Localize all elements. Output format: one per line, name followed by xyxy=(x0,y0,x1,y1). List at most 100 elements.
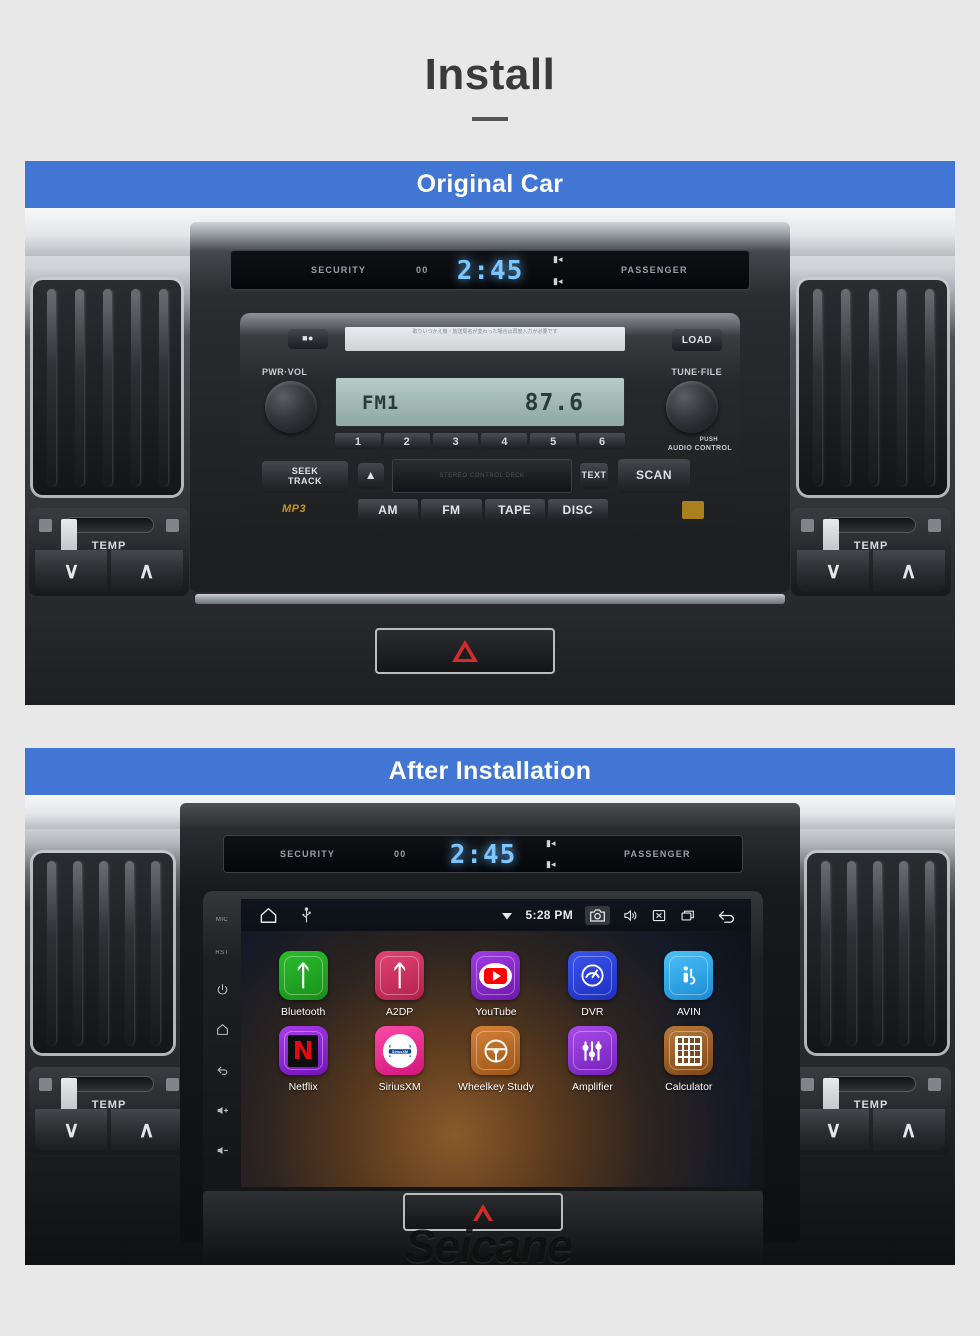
youtube-icon[interactable] xyxy=(471,951,521,1000)
air-vent-left xyxy=(33,853,173,1053)
steering-wheel-icon[interactable] xyxy=(471,1026,521,1075)
passenger-indicator: PASSENGER xyxy=(621,265,688,275)
tune-file-label: TUNE·FILE xyxy=(671,367,722,377)
temp-down-button-right[interactable]: ∨ xyxy=(797,550,870,593)
dashboard-artwork: TEMP ∨ ∧ TEMP ∨ ∧ SECURITY 00 2:45 ▮◂ ▮◂… xyxy=(25,795,955,1265)
pwr-vol-label: PWR·VOL xyxy=(262,367,308,377)
temp-up-button-left[interactable]: ∧ xyxy=(110,550,183,593)
app-netflix[interactable]: N Netflix xyxy=(255,1026,351,1093)
air-vent-right xyxy=(807,853,947,1053)
app-label: Calculator xyxy=(665,1081,713,1093)
pwr-vol-knob[interactable] xyxy=(265,381,317,433)
app-label: Netflix xyxy=(288,1081,318,1093)
volume-up-icon[interactable] xyxy=(216,1104,229,1117)
app-a2dp[interactable]: ᛏ A2DP xyxy=(351,951,447,1018)
cassette-door[interactable]: STEREO CONTROL DECK xyxy=(392,459,572,493)
temp-up-button-right[interactable]: ∧ xyxy=(872,1109,945,1152)
siriusxm-icon[interactable]: SiriusXM xyxy=(375,1026,425,1075)
climate-control-right[interactable]: TEMP ∨ ∧ xyxy=(791,508,951,596)
photo-after-installation: TEMP ∨ ∧ TEMP ∨ ∧ SECURITY 00 2:45 ▮◂ ▮◂… xyxy=(25,795,955,1265)
app-calculator[interactable]: Calculator xyxy=(641,1026,737,1093)
a2dp-icon[interactable]: ᛏ xyxy=(375,951,425,1000)
netflix-icon[interactable]: N xyxy=(278,1026,328,1075)
preset-button-4[interactable]: 4 xyxy=(481,433,528,449)
banner-label: After Installation xyxy=(388,757,592,785)
volume-down-icon[interactable] xyxy=(216,1144,229,1157)
app-label: YouTube xyxy=(475,1006,517,1018)
reset-button[interactable]: RST xyxy=(215,950,228,956)
close-icon[interactable] xyxy=(651,908,667,923)
climate-control-right[interactable]: TEMP ∨ ∧ xyxy=(791,1067,951,1155)
vehicle-info-display: SECURITY 00 2:45 ▮◂ ▮◂ PASSENGER xyxy=(223,835,743,873)
hazard-light-button[interactable] xyxy=(375,628,555,674)
temp-down-button-left[interactable]: ∨ xyxy=(35,1109,108,1152)
temp-up-button-left[interactable]: ∧ xyxy=(110,1109,183,1152)
eject-button[interactable]: ▲ xyxy=(358,463,384,489)
temp-down-button-left[interactable]: ∨ xyxy=(35,550,108,593)
dashboard-artwork: TEMP ∨ ∧ TEMP ∨ ∧ SECURITY 00 2:45 ▮◂ ▮◂… xyxy=(25,208,955,705)
push-label: PUSH xyxy=(699,437,718,443)
page-title: Install xyxy=(424,50,556,99)
eject-indicator-button[interactable]: ■● xyxy=(288,329,328,349)
band-button-am[interactable]: AM xyxy=(358,499,419,521)
preset-button-5[interactable]: 5 xyxy=(530,433,577,449)
climate-control-left[interactable]: TEMP ∨ ∧ xyxy=(29,1067,189,1155)
app-amplifier[interactable]: Amplifier xyxy=(544,1026,640,1093)
android-touchscreen[interactable]: 5:28 PM ᛏ Bluetooth ᛏ A2DP YouTube DVR A… xyxy=(241,899,751,1187)
cd-slot[interactable]: 取りいつかえ機・放送局名が変わった場合は再度入力が必要です xyxy=(345,327,625,351)
app-label: Bluetooth xyxy=(281,1006,326,1018)
hazard-triangle-icon xyxy=(452,640,478,662)
app-wheelkey-study[interactable]: Wheelkey Study xyxy=(448,1026,544,1093)
avin-icon[interactable] xyxy=(664,951,714,1000)
hardware-button-rail: MIC RST xyxy=(209,903,235,1171)
seicane-watermark: Seicane xyxy=(405,1220,573,1265)
dvr-icon[interactable] xyxy=(567,951,617,1000)
text-button[interactable]: TEXT xyxy=(580,463,608,489)
recents-icon[interactable] xyxy=(679,908,697,923)
power-icon[interactable] xyxy=(216,983,229,996)
band-button-fm[interactable]: FM xyxy=(421,499,482,521)
section-banner-after-installation: After Installation xyxy=(25,748,955,795)
calculator-icon[interactable] xyxy=(664,1026,714,1075)
preset-button-2[interactable]: 2 xyxy=(383,433,430,449)
equalizer-icon[interactable] xyxy=(567,1026,617,1075)
volume-icon[interactable] xyxy=(622,908,639,923)
app-avin[interactable]: AVIN xyxy=(641,951,737,1018)
mic-button[interactable]: MIC xyxy=(216,917,228,923)
band-button-tape[interactable]: TAPE xyxy=(484,499,545,521)
status-bar-left-group xyxy=(241,906,313,925)
photo-original-car: TEMP ∨ ∧ TEMP ∨ ∧ SECURITY 00 2:45 ▮◂ ▮◂… xyxy=(25,208,955,705)
install-page: Install Original Car TEMP ∨ ∧ TEMP ∨ ∧ S… xyxy=(0,0,980,1336)
hazard-triangle-icon xyxy=(473,1203,493,1223)
app-bluetooth[interactable]: ᛏ Bluetooth xyxy=(255,951,351,1018)
bluetooth-icon[interactable]: ᛏ xyxy=(278,951,328,1000)
scan-button[interactable]: SCAN xyxy=(618,459,690,493)
screenshot-icon[interactable] xyxy=(585,905,610,925)
section-banner-original-car: Original Car xyxy=(25,161,955,208)
seek-track-button[interactable]: SEEK TRACK xyxy=(262,461,348,493)
app-siriusxm[interactable]: SiriusXM SiriusXM xyxy=(351,1026,447,1093)
mp3-logo: MP3 xyxy=(282,503,307,515)
back-icon[interactable] xyxy=(216,1064,229,1077)
home-icon[interactable] xyxy=(259,906,278,925)
vehicle-info-display: SECURITY 00 2:45 ▮◂ ▮◂ PASSENGER xyxy=(230,250,750,290)
temp-up-button-right[interactable]: ∧ xyxy=(872,550,945,593)
tune-file-knob[interactable] xyxy=(666,381,718,433)
preset-button-6[interactable]: 6 xyxy=(579,433,625,449)
band-button-disc[interactable]: DISC xyxy=(547,499,608,521)
svg-text:SiriusXM: SiriusXM xyxy=(392,1049,408,1053)
app-youtube[interactable]: YouTube xyxy=(448,951,544,1018)
app-dvr[interactable]: DVR xyxy=(544,951,640,1018)
status-bar-clock: 5:28 PM xyxy=(525,908,573,922)
original-head-unit: 取りいつかえ機・放送局名が変わった場合は再度入力が必要です ■● LOAD PW… xyxy=(240,313,740,543)
app-label: DVR xyxy=(581,1006,604,1018)
preset-button-1[interactable]: 1 xyxy=(335,433,381,449)
app-label: Amplifier xyxy=(571,1081,613,1093)
load-button[interactable]: LOAD xyxy=(672,329,722,351)
home-icon[interactable] xyxy=(216,1023,229,1036)
climate-control-left[interactable]: TEMP ∨ ∧ xyxy=(29,508,189,596)
preset-button-3[interactable]: 3 xyxy=(432,433,479,449)
temp-down-button-right[interactable]: ∨ xyxy=(797,1109,870,1152)
title-divider xyxy=(472,117,508,121)
back-icon[interactable] xyxy=(717,908,737,923)
